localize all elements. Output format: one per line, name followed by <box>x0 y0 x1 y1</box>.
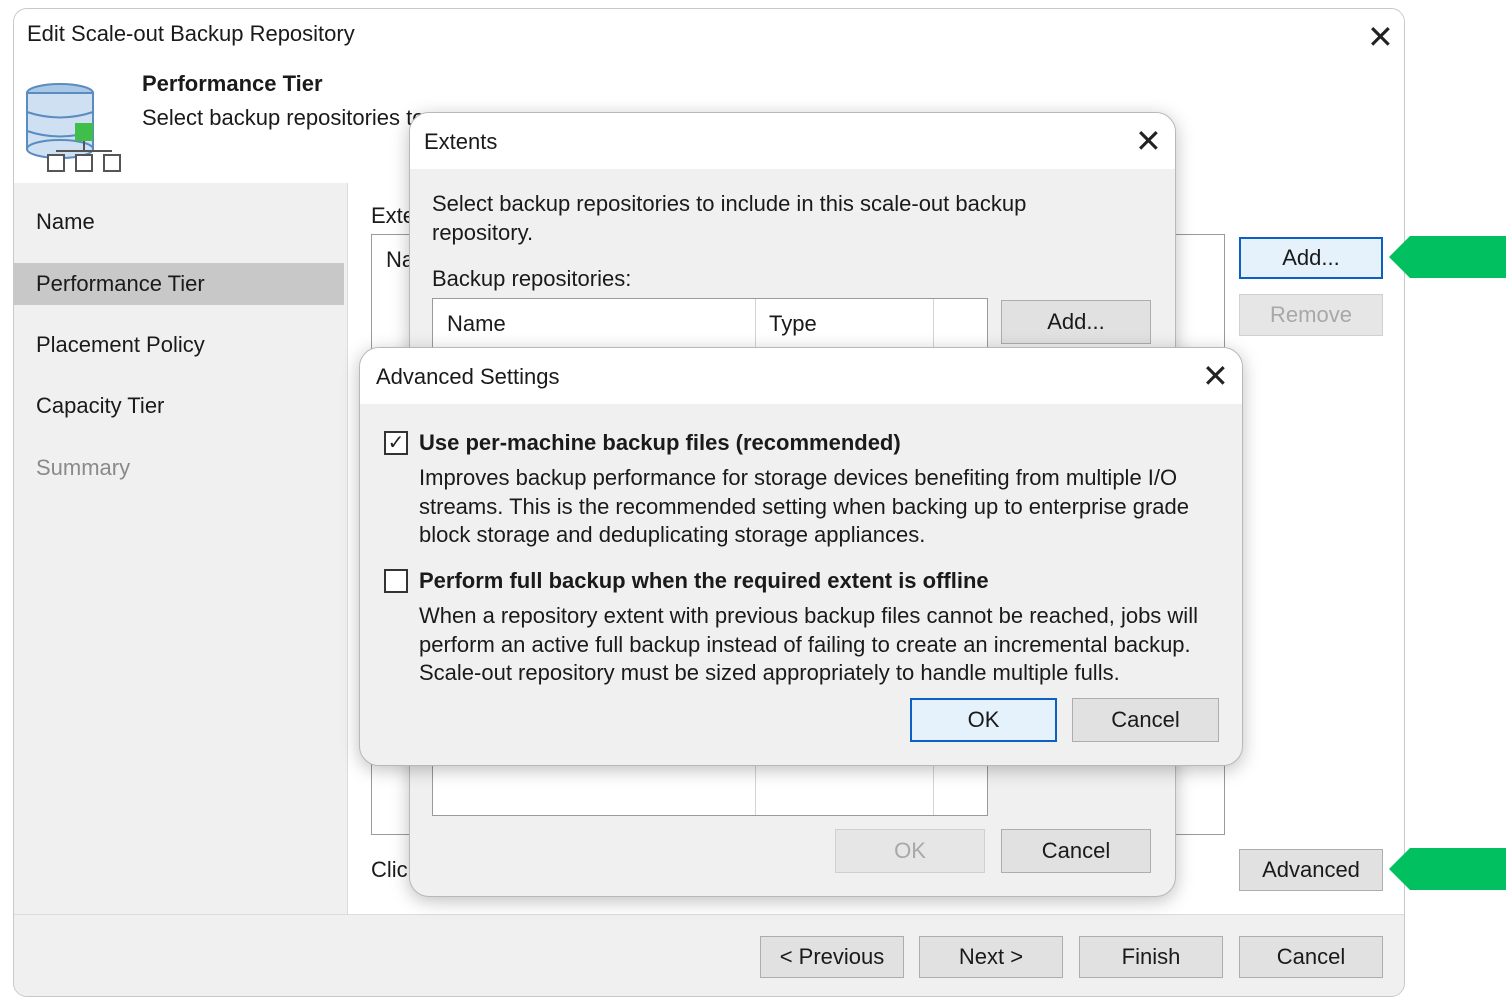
advanced-ok-button[interactable]: OK <box>910 698 1057 742</box>
backup-repositories-label: Backup repositories: <box>432 266 632 291</box>
arrow-pointer-icon <box>1389 848 1506 890</box>
page-title: Performance Tier <box>142 71 323 96</box>
previous-button[interactable]: < Previous <box>760 936 904 978</box>
advanced-dialog-title: Advanced Settings <box>376 364 560 389</box>
add-extent-button[interactable]: Add... <box>1239 237 1383 279</box>
option-per-machine-label[interactable]: Use per-machine backup files (recommende… <box>419 430 901 456</box>
column-header-type[interactable]: Type <box>769 311 817 337</box>
checkbox-unchecked-icon[interactable] <box>384 569 408 593</box>
remove-extent-button[interactable]: Remove <box>1239 294 1383 336</box>
checkbox-checked-icon[interactable]: ✓ <box>384 431 408 455</box>
close-icon[interactable]: ✕ <box>1135 125 1162 157</box>
extents-description: Select backup repositories to include in… <box>432 191 1027 245</box>
nav-item-capacity-tier[interactable]: Capacity Tier <box>14 385 344 427</box>
next-button[interactable]: Next > <box>919 936 1063 978</box>
advanced-cancel-button[interactable]: Cancel <box>1072 698 1219 742</box>
database-icon <box>26 83 121 172</box>
extents-ok-button[interactable]: OK <box>835 829 985 873</box>
nav-item-placement-policy[interactable]: Placement Policy <box>14 324 344 366</box>
option-per-machine-description: Improves backup performance for storage … <box>419 465 1189 547</box>
window-title: Edit Scale-out Backup Repository <box>27 21 355 46</box>
option-full-backup-description: When a repository extent with previous b… <box>419 603 1198 685</box>
option-full-backup-label[interactable]: Perform full backup when the required ex… <box>419 568 989 594</box>
page-description: Select backup repositories to <box>142 105 425 130</box>
advanced-button[interactable]: Advanced <box>1239 849 1383 891</box>
cancel-button[interactable]: Cancel <box>1239 936 1383 978</box>
close-icon[interactable]: ✕ <box>1202 360 1229 392</box>
extents-cancel-button[interactable]: Cancel <box>1001 829 1151 873</box>
hint-text: Clic <box>371 857 408 882</box>
arrow-pointer-icon <box>1389 236 1506 278</box>
nav-item-performance-tier[interactable]: Performance Tier <box>14 263 344 305</box>
nav-item-summary[interactable]: Summary <box>14 447 344 489</box>
add-repository-button[interactable]: Add... <box>1001 300 1151 344</box>
finish-button[interactable]: Finish <box>1079 936 1223 978</box>
advanced-settings-dialog: Advanced Settings ✕ ✓ Use per-machine ba… <box>359 347 1243 766</box>
column-header-name[interactable]: Name <box>447 311 506 337</box>
extents-dialog-title: Extents <box>424 129 498 154</box>
close-icon[interactable]: ✕ <box>1367 21 1394 53</box>
extents-titlebar <box>410 113 1175 169</box>
nav-item-name[interactable]: Name <box>14 201 344 243</box>
